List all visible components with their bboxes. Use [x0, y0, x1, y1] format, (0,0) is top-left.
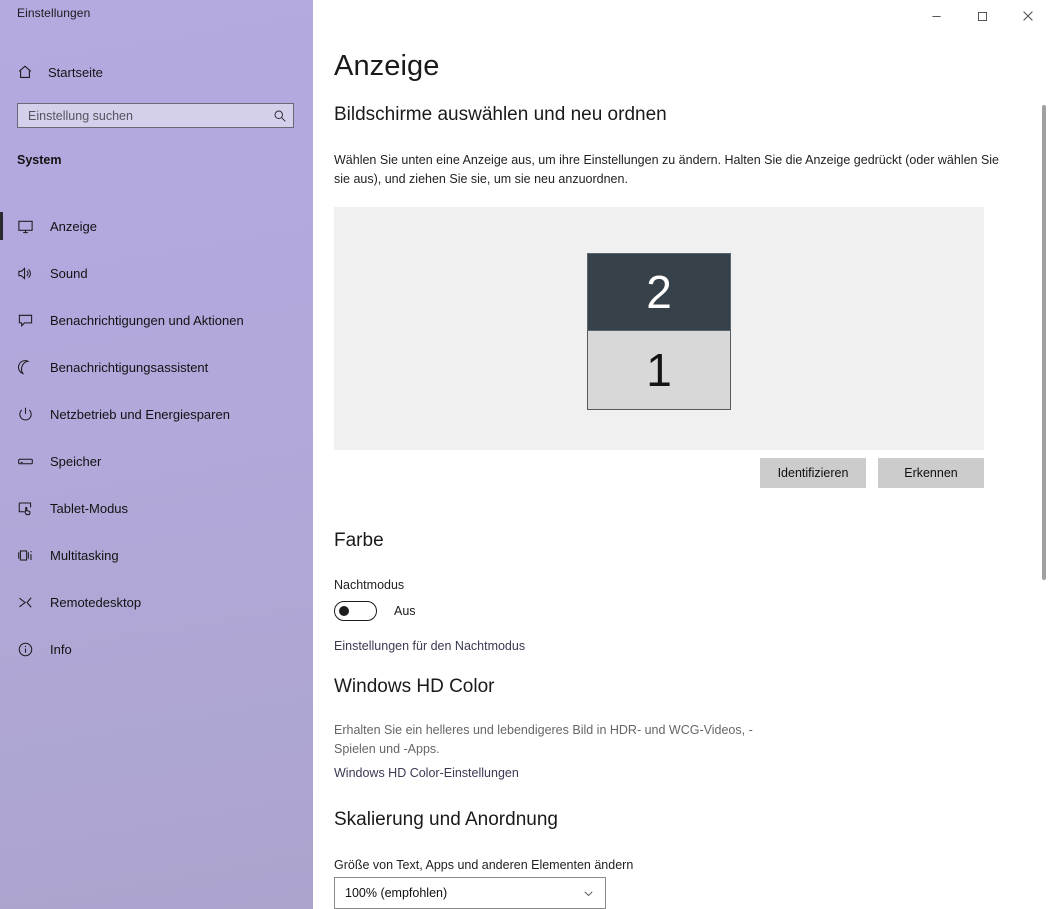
window-controls [913, 0, 1051, 32]
sidebar-label: Sound [50, 266, 88, 281]
sidebar-item-benachrichtigungsassistent[interactable]: Benachrichtigungsassistent [0, 344, 313, 391]
minimize-button[interactable] [913, 0, 959, 32]
speaker-icon [14, 263, 36, 285]
sidebar-item-speicher[interactable]: Speicher [0, 438, 313, 485]
display-action-buttons: Identifizieren Erkennen [334, 458, 984, 488]
night-mode-label: Nachtmodus [334, 578, 405, 592]
sidebar-group-header: System [17, 153, 62, 167]
sidebar-item-netzbetrieb[interactable]: Netzbetrieb und Energiesparen [0, 391, 313, 438]
sidebar-label: Netzbetrieb und Energiesparen [50, 407, 230, 422]
search-icon[interactable] [267, 104, 293, 127]
hd-color-description: Erhalten Sie ein helleres und lebendiger… [334, 723, 753, 756]
sidebar-label: Benachrichtigungen und Aktionen [50, 313, 244, 328]
identify-button[interactable]: Identifizieren [760, 458, 866, 488]
power-icon [14, 404, 36, 426]
search-input[interactable] [18, 108, 267, 123]
vertical-scrollbar[interactable] [1037, 32, 1051, 909]
monitor-tile-1[interactable]: 1 [587, 331, 731, 410]
hd-color-settings-link[interactable]: Windows HD Color-Einstellungen [334, 766, 519, 780]
monitor-tile-2[interactable]: 2 [587, 253, 731, 331]
select-displays-description: Wählen Sie unten eine Anzeige aus, um ih… [334, 153, 1000, 186]
monitor-icon [14, 216, 36, 238]
monitor-stack: 2 1 [334, 253, 984, 410]
monitor-number: 2 [646, 266, 672, 318]
sidebar-label: Remotedesktop [50, 595, 142, 610]
maximize-button[interactable] [959, 0, 1005, 32]
night-mode-settings-link[interactable]: Einstellungen für den Nachtmodus [334, 639, 525, 653]
sidebar-label: Benachrichtigungsassistent [50, 360, 209, 375]
sidebar-label: Info [50, 642, 72, 657]
sidebar-item-remotedesktop[interactable]: Remotedesktop [0, 579, 313, 626]
section-heading-select-displays: Bildschirme auswählen und neu ordnen [334, 104, 667, 125]
info-icon [14, 639, 36, 661]
sidebar-item-benachrichtigungen[interactable]: Benachrichtigungen und Aktionen [0, 297, 313, 344]
night-mode-toggle-row: Aus [334, 601, 416, 621]
page-title: Anzeige [334, 50, 440, 82]
window-title: Einstellungen [17, 6, 91, 20]
detect-button[interactable]: Erkennen [878, 458, 984, 488]
toggle-knob [339, 606, 349, 616]
section-heading-scaling: Skalierung und Anordnung [334, 809, 558, 830]
drive-icon [14, 451, 36, 473]
sidebar-label: Anzeige [50, 219, 97, 234]
scrollbar-thumb[interactable] [1042, 105, 1046, 580]
sidebar-nav: Anzeige Sound Benachrichtigungen und Akt… [0, 203, 313, 673]
section-heading-color: Farbe [334, 530, 384, 551]
monitor-number: 1 [646, 344, 672, 396]
home-icon [14, 62, 36, 82]
scaling-dropdown-value: 100% (empfohlen) [345, 886, 448, 900]
scaling-dropdown[interactable]: 100% (empfohlen) [334, 877, 606, 909]
night-mode-state: Aus [394, 604, 416, 618]
close-button[interactable] [1005, 0, 1051, 32]
sidebar-home-label: Startseite [48, 64, 103, 80]
sidebar-item-home[interactable]: Startseite [0, 57, 313, 87]
section-heading-hd-color: Windows HD Color [334, 676, 495, 697]
tablet-touch-icon [14, 498, 36, 520]
sidebar-item-info[interactable]: Info [0, 626, 313, 673]
selection-indicator [0, 212, 3, 240]
scaling-size-label: Größe von Text, Apps und anderen Element… [334, 858, 634, 872]
sidebar-label: Multitasking [50, 548, 119, 563]
sidebar-label: Speicher [50, 454, 102, 469]
sidebar-item-tablet-modus[interactable]: Tablet-Modus [0, 485, 313, 532]
display-arrangement-preview[interactable]: 2 1 [334, 207, 984, 450]
settings-window: Einstellungen Startseite System [0, 0, 1051, 909]
multitasking-icon [14, 545, 36, 567]
search-box[interactable] [17, 103, 294, 128]
remote-desktop-icon [14, 592, 36, 614]
chevron-down-icon [582, 887, 595, 900]
main-content: Anzeige Bildschirme auswählen und neu or… [313, 0, 1051, 909]
sidebar-item-anzeige[interactable]: Anzeige [0, 203, 313, 250]
sidebar-item-multitasking[interactable]: Multitasking [0, 532, 313, 579]
chat-bubble-icon [14, 310, 36, 332]
night-mode-toggle[interactable] [334, 601, 377, 621]
sidebar-label: Tablet-Modus [50, 501, 129, 516]
moon-icon [14, 357, 36, 379]
sidebar: Einstellungen Startseite System [0, 0, 313, 909]
sidebar-item-sound[interactable]: Sound [0, 250, 313, 297]
